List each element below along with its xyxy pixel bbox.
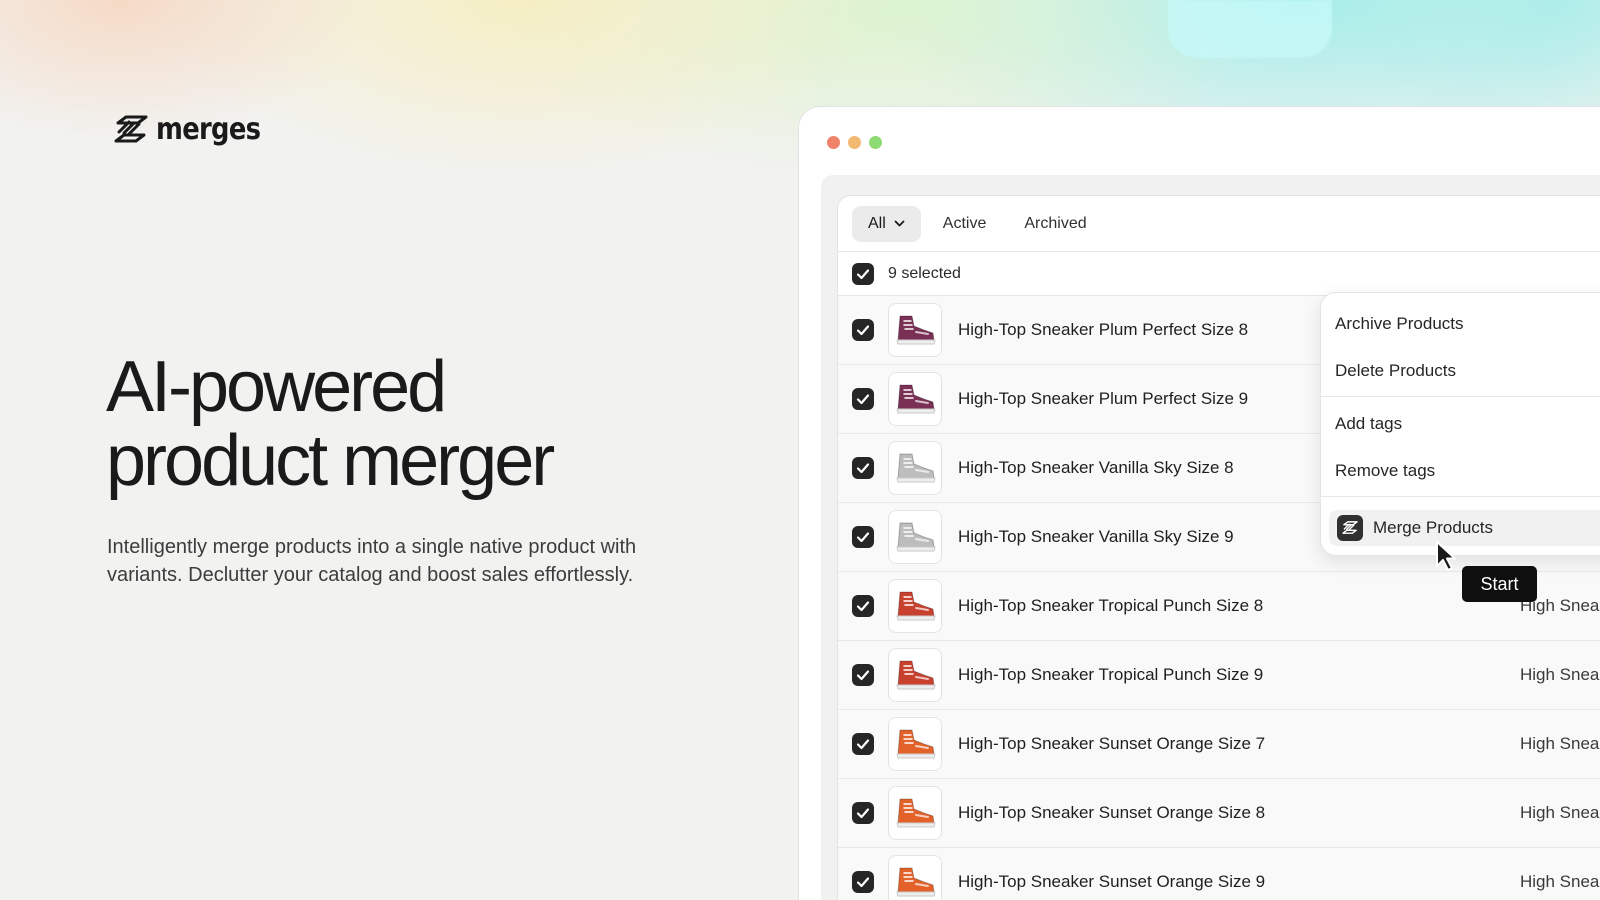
product-thumbnail [888, 372, 942, 426]
product-thumbnail [888, 717, 942, 771]
row-checkbox[interactable] [852, 388, 874, 410]
product-thumbnail [888, 786, 942, 840]
sneaker-icon [896, 660, 936, 690]
tab-archived[interactable]: Archived [1008, 206, 1102, 242]
merges-app-icon [1337, 515, 1363, 541]
delete-products-item[interactable]: Delete Products [1335, 361, 1456, 381]
row-checkbox[interactable] [852, 871, 874, 893]
product-thumbnail [888, 648, 942, 702]
merges-logo-icon [114, 115, 148, 142]
hero-headline: AI-powered product merger [106, 347, 555, 501]
row-checkbox[interactable] [852, 802, 874, 824]
brand-logo: merges [112, 112, 277, 147]
row-checkbox[interactable] [852, 526, 874, 548]
product-name: High-Top Sneaker Vanilla Sky Size 9 [958, 527, 1234, 546]
product-thumbnail [888, 579, 942, 633]
mouse-cursor-icon [1436, 541, 1456, 571]
sneaker-icon [896, 384, 936, 414]
sneaker-icon [896, 798, 936, 828]
sneaker-icon [896, 729, 936, 759]
checkmark-icon [856, 808, 870, 819]
checkmark-icon [856, 532, 870, 543]
row-checkbox[interactable] [852, 733, 874, 755]
product-secondary-text: High Snea [1520, 665, 1600, 684]
sneaker-icon [896, 453, 936, 483]
table-row[interactable]: High-Top Sneaker Sunset Orange Size 7 Hig… [838, 710, 1600, 779]
row-checkbox[interactable] [852, 457, 874, 479]
product-secondary-text: High Snea [1520, 734, 1600, 753]
checkmark-icon [856, 463, 870, 474]
headline-line-1: AI-powered [106, 347, 447, 427]
chevron-down-icon [894, 220, 905, 226]
close-window-dot[interactable] [827, 136, 840, 149]
row-checkbox[interactable] [852, 664, 874, 686]
product-name: High-Top Sneaker Sunset Orange Size 9 [958, 872, 1266, 891]
checkmark-icon [856, 394, 870, 405]
product-name: High-Top Sneaker Tropical Punch Size 8 [958, 596, 1264, 615]
table-row[interactable]: High-Top Sneaker Sunset Orange Size 9 Hig… [838, 848, 1600, 900]
table-row[interactable]: High-Top Sneaker Tropical Punch Size 9 Hi… [838, 641, 1600, 710]
tab-all-label: All [868, 214, 886, 232]
archive-products-item[interactable]: Archive Products [1335, 314, 1464, 334]
row-checkbox[interactable] [852, 319, 874, 341]
product-name: High-Top Sneaker Plum Perfect Size 8 [958, 320, 1249, 339]
product-secondary-text: High Snea [1520, 803, 1600, 822]
product-name: High-Top Sneaker Sunset Orange Size 8 [958, 803, 1266, 822]
product-thumbnail [888, 510, 942, 564]
selection-bar: 9 selected [838, 252, 1600, 296]
checkmark-icon [856, 601, 870, 612]
product-thumbnail [888, 855, 942, 900]
sneaker-icon [896, 315, 936, 345]
merges-logo-icon [1342, 521, 1358, 534]
menu-divider [1321, 496, 1600, 497]
bulk-actions-menu: Archive Products Delete Products Add tag… [1320, 292, 1600, 556]
sneaker-icon [896, 591, 936, 621]
headline-line-2: product merger [106, 421, 555, 501]
product-thumbnail [888, 303, 942, 357]
tab-active-label: Active [942, 214, 987, 232]
tab-active[interactable]: Active [927, 206, 1003, 242]
merge-products-label: Merge Products [1373, 518, 1493, 537]
sneaker-icon [896, 867, 936, 897]
product-name: High-Top Sneaker Tropical Punch Size 9 [958, 665, 1264, 684]
checkmark-icon [856, 670, 870, 681]
table-row[interactable]: High-Top Sneaker Sunset Orange Size 8 Hig… [838, 779, 1600, 848]
maximize-window-dot[interactable] [869, 136, 882, 149]
product-name: High-Top Sneaker Vanilla Sky Size 8 [958, 458, 1234, 477]
decorative-drip [1168, 0, 1332, 58]
menu-divider [1321, 396, 1600, 397]
minimize-window-dot[interactable] [848, 136, 861, 149]
product-thumbnail [888, 441, 942, 495]
window-controls [827, 136, 882, 149]
remove-tags-item[interactable]: Remove tags [1335, 461, 1435, 481]
merge-products-item[interactable]: Merge Products [1329, 510, 1600, 546]
sneaker-icon [896, 522, 936, 552]
checkmark-icon [856, 325, 870, 336]
tab-all[interactable]: All [852, 205, 921, 242]
brand-name: merges [156, 112, 261, 147]
tab-archived-label: Archived [1024, 214, 1087, 232]
hero-subcopy: Intelligently merge products into a sing… [107, 536, 637, 586]
product-secondary-text: High Snea [1520, 872, 1600, 891]
start-tooltip: Start [1462, 566, 1537, 602]
checkmark-icon [856, 268, 870, 279]
row-checkbox[interactable] [852, 595, 874, 617]
selected-count: 9 selected [888, 264, 961, 282]
select-all-checkbox[interactable] [852, 262, 874, 285]
checkmark-icon [856, 877, 870, 888]
product-name: High-Top Sneaker Plum Perfect Size 9 [958, 389, 1249, 408]
add-tags-item[interactable]: Add tags [1335, 414, 1402, 434]
product-name: High-Top Sneaker Sunset Orange Size 7 [958, 734, 1266, 753]
filter-tabs: All Active Archived [838, 196, 1600, 252]
checkmark-icon [856, 739, 870, 750]
